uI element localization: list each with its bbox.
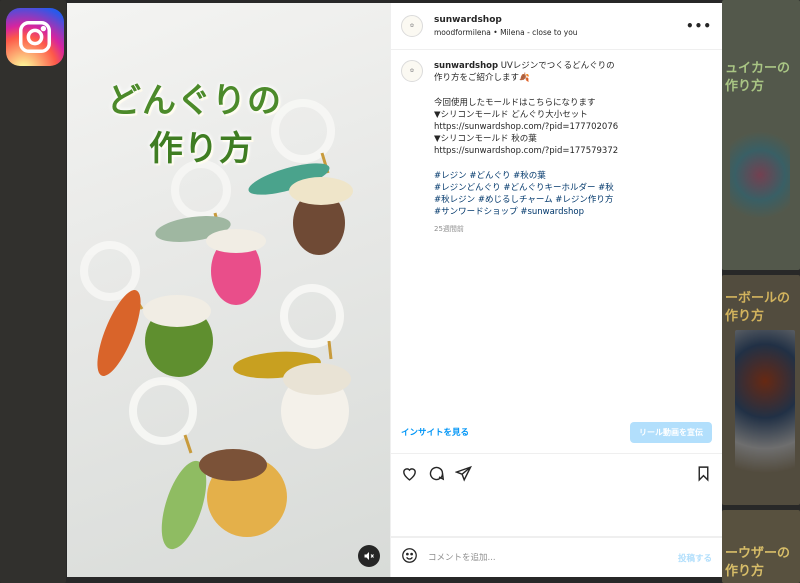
instagram-logo-icon[interactable] [6,8,64,66]
caption-area: ✿ sunwardshop UVレジンでつくるどんぐりの 作り方をご紹介します🍂… [391,50,722,411]
emoji-icon[interactable] [401,547,418,568]
actions-row [391,453,722,493]
audio-separator: • [493,28,498,37]
media-title-line1: どんぐりの [107,81,282,121]
view-insights-link[interactable]: インサイトを見る [401,426,469,438]
bookmark-icon[interactable] [695,465,712,482]
share-icon[interactable] [454,465,472,482]
mute-button[interactable] [358,545,380,567]
post-comment-button[interactable]: 投稿する [678,552,712,564]
speaker-muted-icon [364,552,374,560]
caption-text: sunwardshop UVレジンでつくるどんぐりの 作り方をご紹介します🍂 今… [434,60,712,158]
media-title: どんぐりの 作り方 [107,77,307,173]
caption-avatar[interactable]: ✿ [401,60,423,82]
promote-reel-button[interactable]: リール動画を宣伝 [630,421,712,443]
bg-tile-title-1: ュイカーの 作り方 [725,61,791,94]
caption-hashtags[interactable]: #レジン #どんぐり #秋の葉 #レジンどんぐり #どんぐりキーホルダー #秋 … [434,170,712,219]
audio-track[interactable]: Milena - close to you [500,28,577,37]
comment-row: 投稿する [391,537,722,577]
caption-content: UVレジンでつくるどんぐりの 作り方をご紹介します🍂 今回使用したモールドはこち… [434,61,619,157]
caption-username[interactable]: sunwardshop [434,61,498,71]
post-media[interactable]: どんぐりの 作り方 [67,3,390,577]
media-title-line2: 作り方 [149,129,254,169]
heart-icon[interactable] [401,465,418,482]
insight-row: インサイトを見る リール動画を宣伝 [391,411,722,453]
post-modal: どんぐりの 作り方 ✿ sunwardshop moodformilena • … [67,3,722,577]
post-side-panel: ✿ sunwardshop moodformilena • Milena - c… [390,3,722,577]
audio-user[interactable]: moodformilena [434,28,491,37]
audio-info[interactable]: moodformilena • Milena - close to you [434,28,686,37]
avatar[interactable]: ✿ [401,15,423,37]
bg-tile-title-3: ーウザーの 作り方 [725,546,791,579]
more-options-button[interactable]: ••• [686,19,712,33]
time-ago: 25週間前 [434,225,464,234]
comment-input[interactable] [428,552,678,563]
comment-icon[interactable] [428,465,445,482]
header-username[interactable]: sunwardshop [434,15,686,25]
post-header: ✿ sunwardshop moodformilena • Milena - c… [391,3,722,50]
likes-area [391,493,722,537]
bg-tile-title-2: ーボールの 作り方 [725,291,791,324]
